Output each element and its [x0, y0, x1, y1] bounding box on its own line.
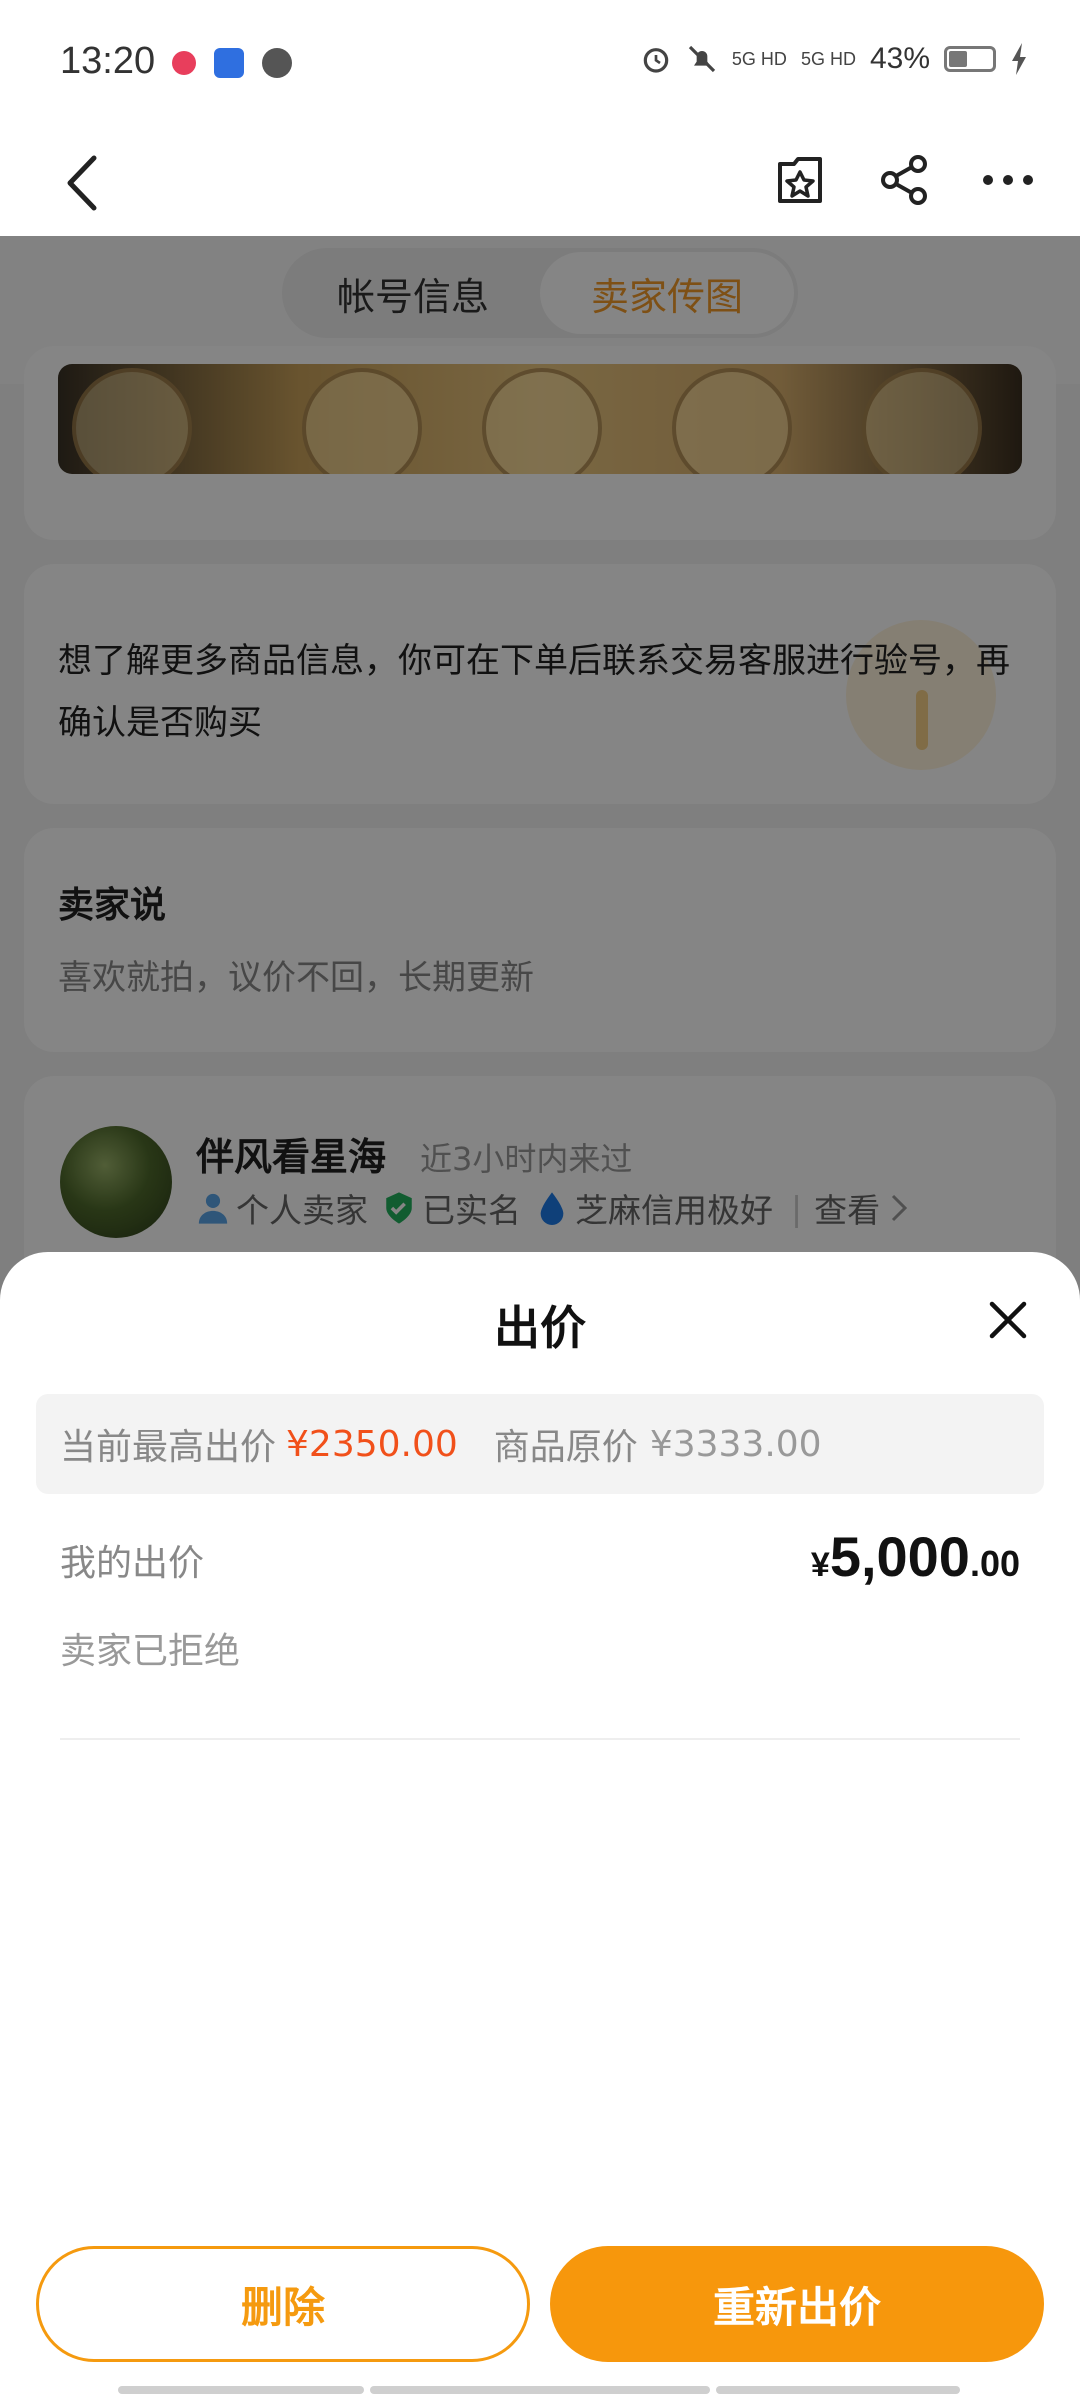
alarm-icon [643, 48, 669, 73]
top-nav-bar [0, 130, 1080, 236]
highest-bid-value: ¥2350.00 [286, 1423, 458, 1465]
status-time: 13:20 [60, 40, 156, 82]
star-bookmark-icon[interactable] [768, 140, 832, 220]
bid-bottom-sheet: 出价 当前最高出价 ¥2350.00 商品原价 ¥3333.00 我的出价 ¥5… [0, 1252, 1080, 2400]
home-indicator[interactable] [716, 2386, 960, 2394]
highest-bid-label: 当前最高出价 [60, 1427, 277, 1468]
my-bid-currency: ¥ [810, 1546, 830, 1584]
price-summary: 当前最高出价 ¥2350.00 商品原价 ¥3333.00 [36, 1394, 1044, 1494]
status-indicators: 5G HD 5G HD 43% [640, 42, 1030, 76]
divider [60, 1738, 1020, 1740]
notification-app-icon [262, 48, 292, 78]
status-app-icons [172, 48, 292, 78]
close-icon[interactable] [980, 1292, 1036, 1348]
my-bid-decimal: .00 [969, 1543, 1020, 1584]
notification-app-icon [172, 51, 196, 75]
sheet-title: 出价 [494, 1301, 586, 1355]
notification-app-icon [214, 48, 244, 78]
charging-icon [1012, 43, 1026, 75]
more-horizontal-icon[interactable] [976, 140, 1040, 220]
status-bar: 13:20 5G HD 5G HD 43% [0, 0, 1080, 130]
network-indicator-1: 5G HD [731, 49, 787, 69]
bid-status: 卖家已拒绝 [60, 1631, 241, 1672]
my-bid-value: ¥5,000.00 [811, 1524, 1020, 1589]
chevron-left-icon[interactable] [56, 148, 116, 218]
mute-icon [688, 45, 716, 73]
original-price-value: ¥3333.00 [649, 1423, 822, 1465]
home-indicator[interactable] [370, 2386, 710, 2394]
nav-actions [768, 140, 1040, 220]
delete-button[interactable]: 删除 [36, 2246, 530, 2362]
original-price-label: 商品原价 [493, 1427, 638, 1468]
share-icon[interactable] [872, 140, 936, 220]
battery-percent: 43% [869, 42, 930, 75]
rebid-button[interactable]: 重新出价 [550, 2246, 1044, 2362]
my-bid-label: 我的出价 [60, 1543, 205, 1584]
home-indicator[interactable] [118, 2386, 364, 2394]
network-indicator-2: 5G HD [800, 49, 856, 69]
my-bid-integer: 5,000 [829, 1525, 970, 1588]
battery-icon [944, 46, 996, 72]
